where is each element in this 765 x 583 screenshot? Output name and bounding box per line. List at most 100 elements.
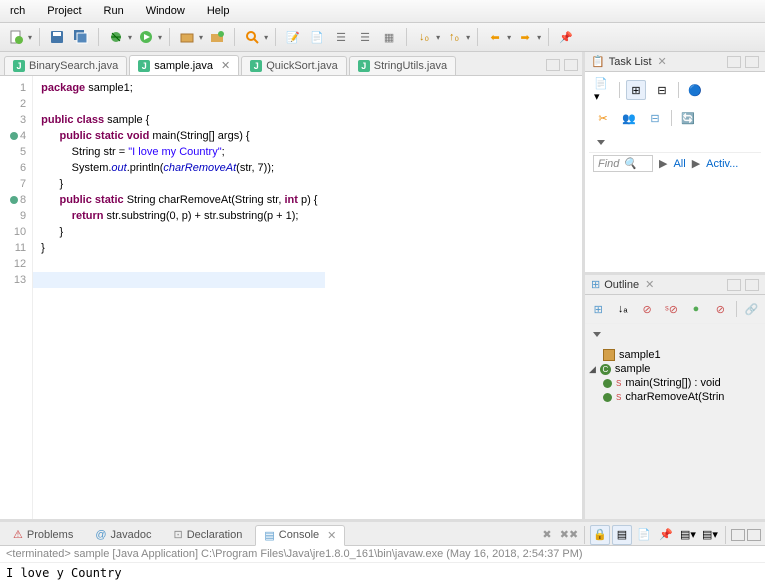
bottom-panel: ⚠Problems @Javadoc ⊡Declaration ▤Console… <box>0 519 765 583</box>
block-icon[interactable]: ▦ <box>379 27 399 47</box>
hide-fields-icon[interactable]: ⊘ <box>638 299 656 319</box>
prev-annot-icon[interactable]: ↓₀ <box>414 27 434 47</box>
class-icon: C <box>600 364 611 375</box>
hide-nonpublic-icon[interactable]: ● <box>687 299 705 319</box>
console-output: I love y Country <box>0 563 765 583</box>
focus-icon[interactable]: 🔵 <box>685 80 705 100</box>
tab-console[interactable]: ▤Console✕ <box>255 525 345 546</box>
java-file-icon: J <box>138 60 150 72</box>
cut-icon[interactable]: ✂ <box>593 108 613 128</box>
tab-declaration[interactable]: ⊡Declaration <box>165 524 252 545</box>
clear-console-icon[interactable]: 📄 <box>634 525 654 545</box>
main-toolbar: ▾ ▾ ▾ ▾ ▾ 📝 📄 ☰ ☰ ▦ ↓₀▾ ↑₀▾ ⬅▾ ➡▾ 📌 <box>0 23 765 52</box>
declaration-icon: ⊡ <box>174 528 183 541</box>
pin-console-icon[interactable]: 📌 <box>656 525 676 545</box>
new-icon[interactable] <box>6 27 26 47</box>
hide-local-icon[interactable]: ⊘ <box>711 299 729 319</box>
method-icon <box>603 379 612 388</box>
people-icon[interactable]: 👥 <box>619 108 639 128</box>
debug-icon[interactable] <box>106 27 126 47</box>
close-icon[interactable]: ✕ <box>645 278 654 291</box>
minimize-icon[interactable] <box>727 279 741 291</box>
maximize-icon[interactable] <box>745 279 759 291</box>
java-file-icon: J <box>358 60 370 72</box>
tab-problems[interactable]: ⚠Problems <box>4 524 82 545</box>
remove-launch-icon[interactable]: ✖ <box>537 525 557 545</box>
close-icon[interactable]: ✕ <box>327 529 336 542</box>
tab-stringutils[interactable]: JStringUtils.java <box>349 56 456 75</box>
scroll-lock-icon[interactable]: 🔒 <box>590 525 610 545</box>
line-gutter: 12345678910111213 <box>0 76 33 519</box>
outline-package[interactable]: sample1 <box>589 348 761 362</box>
categorize-icon[interactable]: ⊞ <box>626 80 646 100</box>
maximize-icon[interactable] <box>747 529 761 541</box>
expand-icon[interactable] <box>597 140 605 145</box>
java-file-icon: J <box>13 60 25 72</box>
save-all-icon[interactable] <box>71 27 91 47</box>
problems-icon: ⚠ <box>13 528 23 541</box>
outline-method-main[interactable]: S main(String[]) : void <box>589 376 761 390</box>
editor-area: JBinarySearch.java Jsample.java✕ JQuickS… <box>0 52 585 519</box>
maximize-icon[interactable] <box>564 59 578 71</box>
outline-title: Outline <box>604 279 639 291</box>
outline-icon: ⊞ <box>591 278 600 291</box>
menu-window[interactable]: Window <box>136 3 195 19</box>
toggle-comment-icon[interactable]: 📝 <box>283 27 303 47</box>
tasklist-icon: 📋 <box>591 55 605 68</box>
menu-project[interactable]: Project <box>37 3 91 19</box>
menu-help[interactable]: Help <box>197 3 240 19</box>
menu-run[interactable]: Run <box>94 3 134 19</box>
run-icon[interactable] <box>136 27 156 47</box>
expand-icon[interactable] <box>593 332 601 337</box>
minimize-icon[interactable] <box>546 59 560 71</box>
format-icon[interactable]: 📄 <box>307 27 327 47</box>
close-icon[interactable]: ✕ <box>221 59 230 72</box>
display-console-icon[interactable]: ▤▾ <box>678 525 698 545</box>
minimize-icon[interactable] <box>727 56 741 68</box>
focus-outline-icon[interactable]: ⊞ <box>589 299 607 319</box>
ws2-icon[interactable]: ☰ <box>355 27 375 47</box>
remove-all-icon[interactable]: ✖✖ <box>559 525 579 545</box>
method-icon <box>603 393 612 402</box>
back-icon[interactable]: ⬅ <box>485 27 505 47</box>
next-annot-icon[interactable]: ↑₀ <box>444 27 464 47</box>
tab-sample[interactable]: Jsample.java✕ <box>129 55 239 75</box>
tasklist-panel: 📋 Task List ✕ 📄▾ ⊞ ⊟ 🔵 ✂ 👥 ⊟ <box>585 52 765 272</box>
sync-icon[interactable]: 🔄 <box>678 108 698 128</box>
new-task-icon[interactable]: 📄▾ <box>593 80 613 100</box>
console-icon: ▤ <box>264 529 274 542</box>
all-link[interactable]: All <box>673 158 685 170</box>
editor-tabs: JBinarySearch.java Jsample.java✕ JQuickS… <box>0 52 582 76</box>
minimize-icon[interactable] <box>731 529 745 541</box>
hide-static-icon[interactable]: ˢ⊘ <box>662 299 680 319</box>
show-console-icon[interactable]: ▤ <box>612 525 632 545</box>
search-icon: 🔍 <box>623 157 637 170</box>
tab-binarysearch[interactable]: JBinarySearch.java <box>4 56 127 75</box>
open-console-icon[interactable]: ▤▾ <box>700 525 720 545</box>
search-icon[interactable] <box>242 27 262 47</box>
sort-icon[interactable]: ↓ₐ <box>613 299 631 319</box>
pin-icon[interactable]: 📌 <box>556 27 576 47</box>
outline-class[interactable]: ◢ C sample <box>589 362 761 376</box>
maximize-icon[interactable] <box>745 56 759 68</box>
new-package-icon[interactable] <box>177 27 197 47</box>
code-editor[interactable]: 12345678910111213 package sample1; publi… <box>0 76 582 519</box>
schedule-icon[interactable]: ⊟ <box>652 80 672 100</box>
outline-panel: ⊞ Outline ✕ ⊞ ↓ₐ ⊘ ˢ⊘ ● ⊘ 🔗 sampl <box>585 272 765 519</box>
link-editor-icon[interactable]: 🔗 <box>743 299 761 319</box>
console-status: <terminated> sample [Java Application] C… <box>0 546 765 563</box>
javadoc-icon: @ <box>95 529 106 541</box>
collapse-icon[interactable]: ⊟ <box>645 108 665 128</box>
find-input[interactable]: Find🔍 <box>593 155 653 172</box>
menu-search[interactable]: rch <box>0 3 35 19</box>
outline-method-charremoveat[interactable]: S charRemoveAt(Strin <box>589 390 761 404</box>
tab-quicksort[interactable]: JQuickSort.java <box>241 56 347 75</box>
save-icon[interactable] <box>47 27 67 47</box>
close-icon[interactable]: ✕ <box>658 55 667 68</box>
java-file-icon: J <box>250 60 262 72</box>
tab-javadoc[interactable]: @Javadoc <box>86 525 160 545</box>
activate-link[interactable]: Activ... <box>706 158 738 170</box>
new-class-icon[interactable] <box>207 27 227 47</box>
ws-icon[interactable]: ☰ <box>331 27 351 47</box>
forward-icon[interactable]: ➡ <box>515 27 535 47</box>
